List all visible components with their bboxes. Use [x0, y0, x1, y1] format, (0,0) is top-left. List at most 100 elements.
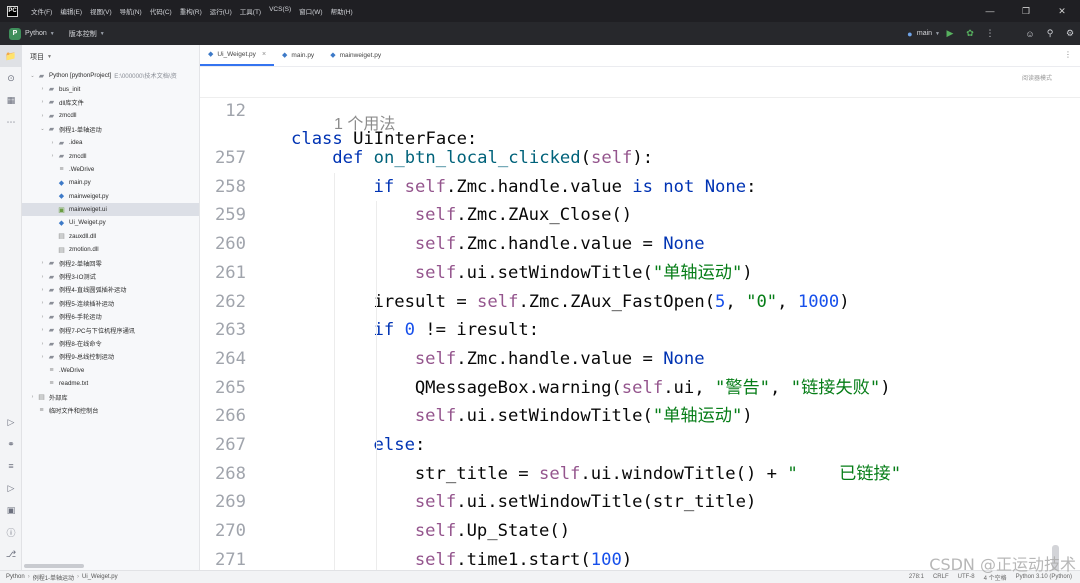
tree-item[interactable]: ≡ readme.txt — [22, 377, 199, 390]
reader-mode-toggle[interactable]: 阅读器模式 — [1022, 73, 1052, 82]
menu-item[interactable]: 编辑(E) — [60, 6, 82, 16]
vcs-menu[interactable]: 版本控制 — [69, 29, 97, 39]
chevron-right-icon[interactable]: › — [38, 341, 47, 347]
run-icon[interactable]: ▶ — [940, 22, 960, 45]
chevron-right-icon[interactable]: › — [38, 354, 47, 360]
structure-tool-icon[interactable]: ▦ — [0, 89, 22, 111]
tree-item[interactable]: ⌄ ▰ 例程1-单轴运动 — [22, 123, 199, 136]
more-icon[interactable]: ⋮ — [980, 22, 1000, 45]
editor-tab[interactable]: ◆ Ui_Weiget.py × — [200, 45, 275, 66]
chevron-right-icon[interactable]: › — [38, 99, 47, 105]
sticky-scroll-header[interactable]: 12 class UiInterFace: 阅读器模式 — [200, 67, 1080, 149]
code-line[interactable]: 261 self.ui.setWindowTitle("单轴运动") — [200, 259, 1080, 288]
menu-item[interactable]: 运行(U) — [210, 6, 232, 16]
chevron-down-icon[interactable]: ▼ — [50, 31, 55, 37]
project-badge[interactable]: P — [9, 27, 21, 40]
chevron-right-icon[interactable]: › — [38, 327, 47, 333]
code-line[interactable]: 260 self.Zmc.handle.value = None — [200, 230, 1080, 259]
chevron-down-icon[interactable]: ▼ — [47, 54, 52, 60]
problems-tool-icon[interactable]: ⓘ — [0, 521, 22, 543]
chevron-right-icon[interactable]: › — [48, 153, 57, 159]
code-line[interactable]: 264 self.Zmc.handle.value = None — [200, 345, 1080, 374]
code-line[interactable]: 263 if 0 != iresult: — [200, 316, 1080, 345]
code-line[interactable]: 259 self.Zmc.ZAux_Close() — [200, 201, 1080, 230]
layers-tool-icon[interactable]: ≡ — [0, 455, 22, 477]
status-item[interactable]: 278:1 — [909, 574, 924, 580]
tree-item[interactable]: ◆ main.py — [22, 176, 199, 189]
breadcrumb-item[interactable]: Ui_Weiget.py — [82, 574, 118, 580]
maximize-icon[interactable]: ❐ — [1008, 0, 1044, 22]
tree-item[interactable]: › ▰ 例程7-PC与下位机程序通讯 — [22, 323, 199, 336]
chevron-down-icon[interactable]: ⌄ — [28, 73, 37, 79]
tree-item[interactable]: › ▰ .idea — [22, 136, 199, 149]
tree-item[interactable]: › ▤ 外部库 — [22, 390, 199, 403]
tree-item[interactable]: ≡ .WeDrive — [22, 163, 199, 176]
code-line[interactable]: 265 QMessageBox.warning(self.ui, "警告", "链… — [200, 374, 1080, 403]
menu-item[interactable]: 文件(F) — [31, 6, 52, 16]
git-tool-icon[interactable]: ⎇ — [0, 543, 22, 565]
tree-item[interactable]: › ▰ 例程5-连续插补运动 — [22, 297, 199, 310]
run-config-selector[interactable]: main — [917, 30, 932, 37]
code-line[interactable]: 262 iresult = self.Zmc.ZAux_FastOpen(5, "… — [200, 288, 1080, 317]
project-tool-icon[interactable]: 📁 — [0, 45, 22, 67]
python-packages-icon[interactable]: ⚭ — [0, 433, 22, 455]
terminal-tool-icon[interactable]: ▣ — [0, 499, 22, 521]
chevron-right-icon[interactable]: › — [38, 300, 47, 306]
tree-item[interactable]: ▤ zauxdll.dll — [22, 230, 199, 243]
code-line[interactable]: 269 self.ui.setWindowTitle(str_title) — [200, 488, 1080, 517]
code-line[interactable]: 268 str_title = self.ui.windowTitle() + "… — [200, 460, 1080, 489]
search-icon[interactable]: ⚲ — [1040, 22, 1060, 45]
tree-item[interactable]: ◆ mainweiget.py — [22, 190, 199, 203]
code-line[interactable]: 270 self.Up_State() — [200, 517, 1080, 546]
editor-tab[interactable]: ◆ main.py — [274, 45, 322, 66]
code-area[interactable]: 12 class UiInterFace: 阅读器模式 1 个用法 257 def… — [200, 67, 1080, 570]
tree-item[interactable]: › ▰ 例程3-IO测试 — [22, 270, 199, 283]
chevron-right-icon[interactable]: › — [38, 113, 47, 119]
code-line[interactable]: 267 else: — [200, 431, 1080, 460]
usage-hint[interactable]: 1 个用法 — [334, 115, 395, 135]
tree-item[interactable]: ▣ mainweiget.ui — [22, 202, 199, 217]
tree-item[interactable]: › ▰ 例程9-总线控制运动 — [22, 350, 199, 363]
pycharm-logo-icon[interactable]: PC — [7, 5, 18, 17]
services-tool-icon[interactable]: ▷ — [0, 477, 22, 499]
debug-icon[interactable]: ✿ — [960, 22, 980, 45]
menu-item[interactable]: VCS(S) — [269, 6, 291, 16]
tree-item[interactable]: › ▰ 例程8-在线命令 — [22, 337, 199, 350]
chevron-right-icon[interactable]: › — [38, 287, 47, 293]
code-line[interactable]: 266 self.ui.setWindowTitle("单轴运动") — [200, 402, 1080, 431]
menu-item[interactable]: 工具(T) — [240, 6, 261, 16]
tree-item[interactable]: ≡ 临时文件和控制台 — [22, 404, 199, 417]
horizontal-scrollbar[interactable] — [24, 564, 84, 568]
tree-item[interactable]: › ▰ 例程2-单轴回零 — [22, 256, 199, 269]
tree-item[interactable]: › ▰ 例程4-直线圆弧插补运动 — [22, 283, 199, 296]
tree-item[interactable]: › ▰ zmcdll — [22, 149, 199, 162]
breadcrumb-item[interactable]: 例程1-单轴运动 — [33, 573, 74, 582]
menu-item[interactable]: 重构(R) — [180, 6, 202, 16]
code-line[interactable]: 258 if self.Zmc.handle.value is not None: — [200, 173, 1080, 202]
code-line[interactable]: 257 def on_btn_local_clicked(self): — [200, 144, 1080, 173]
menu-item[interactable]: 视图(V) — [90, 6, 112, 16]
close-tab-icon[interactable]: × — [262, 51, 266, 58]
chevron-down-icon[interactable]: ⌄ — [38, 126, 47, 132]
chevron-down-icon[interactable]: ▼ — [100, 31, 105, 37]
chevron-right-icon[interactable]: › — [38, 86, 47, 92]
more-tabs-icon[interactable]: ⋮ — [1064, 50, 1072, 59]
menu-item[interactable]: 代码(C) — [150, 6, 172, 16]
project-panel-header[interactable]: 项目 ▼ — [22, 45, 199, 69]
tree-item[interactable]: ◆ Ui_Weiget.py — [22, 216, 199, 229]
editor-tab[interactable]: ◆ mainweiget.py — [322, 45, 389, 66]
chevron-right-icon[interactable]: › — [38, 260, 47, 266]
settings-icon[interactable]: ⚙ — [1060, 22, 1080, 45]
tree-item[interactable]: › ▰ zmcdll — [22, 109, 199, 122]
menu-item[interactable]: 导航(N) — [120, 6, 142, 16]
account-icon[interactable]: ☺ — [1020, 22, 1040, 45]
tree-item[interactable]: › ▰ dll库文件 — [22, 96, 199, 109]
menu-item[interactable]: 窗口(W) — [299, 6, 322, 16]
close-icon[interactable]: ✕ — [1044, 0, 1080, 22]
chevron-right-icon[interactable]: › — [38, 314, 47, 320]
menu-item[interactable]: 帮助(H) — [331, 6, 353, 16]
tree-item[interactable]: › ▰ bus_init — [22, 82, 199, 95]
chevron-right-icon[interactable]: › — [48, 140, 57, 146]
breadcrumb-item[interactable]: Python — [6, 574, 25, 580]
project-selector[interactable]: Python — [25, 30, 47, 37]
